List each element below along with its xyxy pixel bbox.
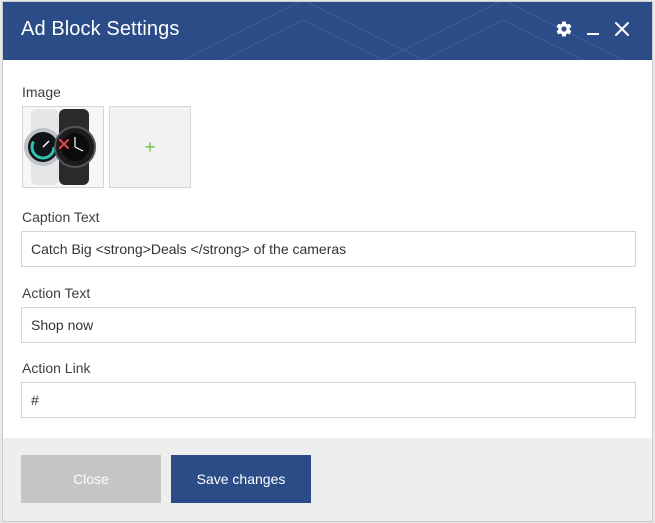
gear-icon[interactable] [552,17,576,41]
minimize-icon[interactable] [581,17,605,41]
close-icon[interactable] [610,17,634,41]
save-changes-button[interactable]: Save changes [171,455,311,503]
caption-text-label: Caption Text [22,209,100,225]
image-label: Image [22,84,61,100]
dialog-footer: Close Save changes [3,438,652,521]
action-text-label: Action Text [22,285,91,301]
smartwatch-image [23,107,103,187]
action-link-input[interactable] [21,382,636,418]
close-button[interactable]: Close [21,455,161,503]
action-link-label: Action Link [22,360,91,376]
action-text-input[interactable] [21,307,636,343]
dialog-title: Ad Block Settings [21,18,180,40]
plus-icon: + [144,136,156,157]
dialog-body: Image + Caption Text Catch Big <strong>D… [3,60,652,438]
add-image-button[interactable]: + [109,106,191,188]
caption-text-input[interactable] [21,231,636,267]
ad-block-settings-dialog: Ad Block Settings Image + Caption Text C… [2,1,653,522]
image-thumbnail[interactable] [22,106,104,188]
dialog-titlebar[interactable]: Ad Block Settings [3,2,652,60]
